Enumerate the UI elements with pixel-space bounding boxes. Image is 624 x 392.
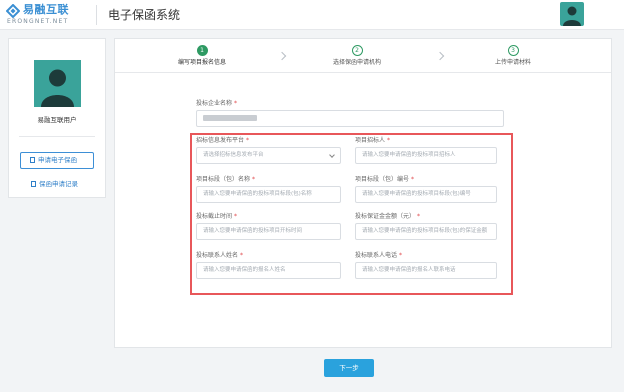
apply-guarantee-button[interactable]: 申请电子保函	[20, 152, 94, 169]
platform-label: 招标信息发布平台 *	[196, 137, 250, 144]
section-no-input[interactable]: 请输入您要申请保函的投标项目标段(包)编号	[355, 186, 497, 203]
step-1-label: 编写项目报名信息	[177, 59, 226, 66]
step-2: 2 选择保函申请机构	[297, 45, 417, 67]
step-3-label: 上传申请材料	[494, 59, 531, 66]
contact-name-label: 投标联系人姓名 *	[196, 252, 244, 259]
main-panel: 1 编写项目报名信息 2 选择保函申请机构 3 上传申请材料 投标企业名称 * 招…	[114, 38, 612, 348]
section-name-input[interactable]: 请输入您要申请保函的投标项目标段(包)名称	[196, 186, 341, 203]
contact-phone-label: 投标联系人电话 *	[355, 252, 403, 259]
document-icon	[31, 181, 36, 187]
company-label: 投标企业名称 *	[196, 100, 238, 107]
top-header: 易融互联 ERONGNET.NET 电子保函系统	[0, 0, 624, 30]
logo-text: 易融互联	[23, 3, 69, 16]
company-value-redacted	[203, 114, 257, 121]
step-3-number: 3	[507, 45, 519, 56]
chevron-right-icon	[435, 51, 445, 61]
sidebar-separator	[19, 136, 95, 137]
next-step-button[interactable]: 下一步	[324, 359, 374, 377]
step-progress: 1 编写项目报名信息 2 选择保函申请机构 3 上传申请材料	[115, 39, 611, 73]
logo-mark-icon	[6, 4, 20, 18]
application-records-link[interactable]: 保函申请记录	[31, 180, 78, 189]
step-2-number: 2	[351, 45, 363, 56]
system-title: 电子保函系统	[108, 8, 181, 22]
tenderee-input[interactable]: 请输入您要申请保函的投标项目招标人	[355, 147, 497, 164]
step-2-label: 选择保函申请机构	[332, 59, 381, 66]
section-name-label: 项目标段（包）名称 *	[196, 176, 256, 183]
contact-name-input[interactable]: 请输入您要申请保函的报名人姓名	[196, 262, 341, 279]
user-avatar-icon[interactable]	[560, 2, 584, 26]
header-divider	[96, 5, 97, 25]
apply-guarantee-label: 申请电子保函	[38, 156, 77, 164]
step-1: 1 编写项目报名信息	[142, 45, 262, 67]
sidebar: 易融互联用户 申请电子保函 保函申请记录	[8, 38, 106, 198]
chevron-right-icon	[277, 51, 287, 61]
document-icon	[30, 157, 35, 163]
step-1-number: 1	[196, 45, 208, 56]
company-input[interactable]	[196, 110, 504, 127]
deadline-label: 投标截止时间 *	[196, 213, 238, 220]
contact-phone-input[interactable]: 请输入您要申请保函的报名人联系电话	[355, 262, 497, 279]
section-no-label: 项目标段（包）编号 *	[355, 176, 415, 183]
chevron-down-icon	[329, 152, 335, 158]
platform-select[interactable]: 请选择招标信息发布平台	[196, 147, 341, 164]
amount-input[interactable]: 请输入您要申请保函的投标项目标段(包)的保证金额	[355, 223, 497, 240]
step-3: 3 上传申请材料	[453, 45, 573, 67]
logo[interactable]: 易融互联 ERONGNET.NET	[6, 3, 90, 27]
application-records-label: 保函申请记录	[39, 180, 78, 188]
sidebar-avatar-icon	[34, 60, 81, 107]
tenderee-label: 项目招标人 *	[355, 137, 391, 144]
logo-subtext: ERONGNET.NET	[7, 18, 69, 25]
deadline-input[interactable]: 请输入您要申请保函的投标项目开标时间	[196, 223, 341, 240]
sidebar-user-name: 易融互联用户	[37, 116, 77, 124]
amount-label: 投标保证金金额（元） *	[355, 213, 421, 220]
